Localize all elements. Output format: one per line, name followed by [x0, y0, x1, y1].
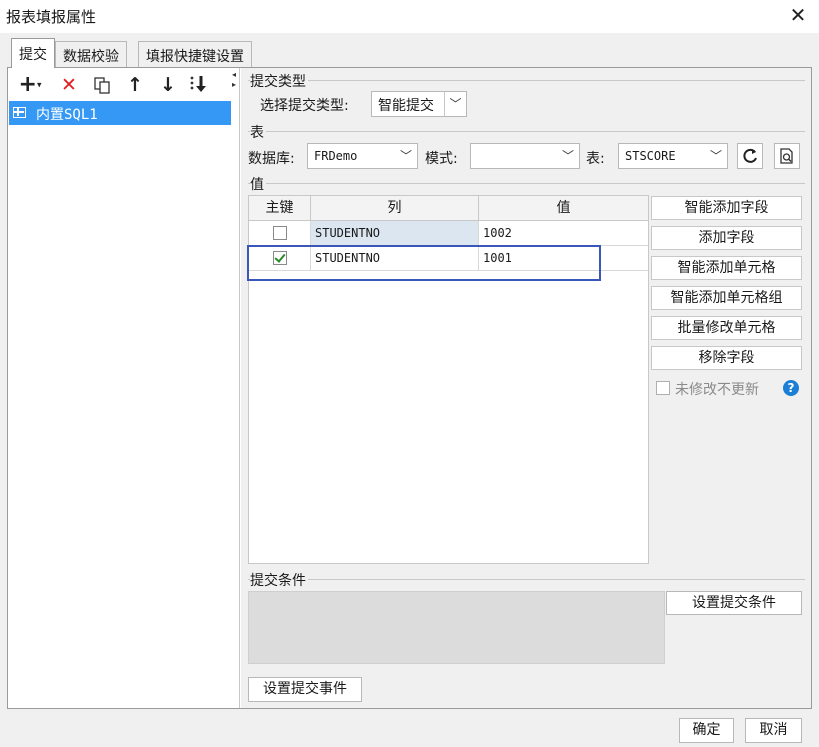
chevron-down-icon: ﹀ [709, 149, 722, 163]
tab-data-validation[interactable]: 数据校验 [55, 41, 127, 68]
cancel-button[interactable]: 取消 [745, 718, 802, 743]
no-update-label: 未修改不更新 [675, 382, 759, 398]
tab-submit[interactable]: 提交 [11, 38, 55, 68]
close-icon[interactable]: ✕ [787, 3, 809, 27]
help-icon[interactable]: ? [783, 380, 799, 396]
submit-type-value: 智能提交 [378, 98, 434, 114]
group-divider [248, 131, 805, 132]
group-title-condition: 提交条件 [250, 570, 308, 590]
left-pane [8, 68, 240, 708]
smart-add-field-button[interactable]: 智能添加字段 [651, 196, 802, 220]
set-condition-button[interactable]: 设置提交条件 [666, 591, 802, 615]
condition-display [248, 591, 665, 664]
move-bottom-icon[interactable] [187, 73, 211, 97]
chevron-down-icon: ﹀ [561, 149, 574, 163]
tree-item-sql1[interactable]: 内置SQL1 [9, 101, 231, 125]
ok-button[interactable]: 确定 [679, 718, 734, 743]
table-value: STSCORE [625, 149, 676, 163]
column-cell[interactable]: STUDENTNO [311, 221, 479, 246]
chevron-down-icon: ﹀ [444, 92, 466, 116]
column-header-key[interactable]: 主键 [249, 196, 311, 221]
delete-icon[interactable]: ✕ [57, 73, 81, 97]
group-divider [248, 579, 805, 580]
mode-select[interactable]: ﹀ [470, 143, 580, 169]
group-title-value: 值 [250, 174, 266, 194]
down-arrow-icon[interactable]: ↓ [156, 73, 180, 97]
tab-shortcut-settings[interactable]: 填报快捷键设置 [138, 41, 252, 68]
smart-add-cell-group-button[interactable]: 智能添加单元格组 [651, 286, 802, 310]
remove-field-button[interactable]: 移除字段 [651, 346, 802, 370]
database-label: 数据库: [248, 151, 295, 167]
table-row[interactable]: STUDENTNO 1002 [249, 221, 648, 246]
batch-modify-cells-button[interactable]: 批量修改单元格 [651, 316, 802, 340]
refresh-icon [743, 148, 757, 163]
table-select[interactable]: STSCORE ﹀ [618, 143, 728, 169]
database-value: FRDemo [314, 149, 358, 163]
table-label: 表: [586, 151, 605, 167]
tab-label: 提交 [19, 47, 47, 63]
group-divider [248, 183, 805, 184]
value-cell[interactable]: 1001 [479, 246, 648, 271]
preview-icon [780, 148, 793, 164]
key-cell [249, 221, 311, 246]
set-submit-event-button[interactable]: 设置提交事件 [248, 677, 362, 702]
primary-key-checkbox[interactable] [273, 226, 287, 240]
no-update-checkbox[interactable] [656, 381, 670, 395]
column-cell[interactable]: STUDENTNO [311, 246, 479, 271]
preview-table-button[interactable] [774, 143, 800, 169]
plus-icon: + [18, 72, 37, 97]
grid-header: 主键 列 值 [249, 196, 648, 221]
title-bar: 报表填报属性 ✕ [0, 0, 819, 33]
submit-type-label: 选择提交类型: [260, 98, 349, 114]
refresh-button[interactable] [737, 143, 763, 169]
value-cell[interactable]: 1002 [479, 221, 648, 246]
table-row[interactable]: STUDENTNO 1001 [249, 246, 648, 271]
tab-label: 数据校验 [63, 49, 119, 65]
mode-label: 模式: [425, 151, 458, 167]
add-button[interactable]: +▾ [15, 73, 45, 97]
window-title: 报表填报属性 [6, 8, 97, 26]
group-divider [248, 80, 805, 81]
splitter-handle[interactable]: ◂ ▸ [232, 70, 240, 110]
key-cell [249, 246, 311, 271]
copy-icon[interactable] [90, 73, 114, 97]
up-arrow-icon[interactable]: ↑ [123, 73, 147, 97]
smart-add-cell-button[interactable]: 智能添加单元格 [651, 256, 802, 280]
group-title-submit-type: 提交类型 [250, 71, 308, 91]
chevron-down-icon: ﹀ [399, 149, 412, 163]
primary-key-checkbox[interactable] [273, 251, 287, 265]
add-field-button[interactable]: 添加字段 [651, 226, 802, 250]
column-header-column[interactable]: 列 [311, 196, 479, 221]
database-select[interactable]: FRDemo ﹀ [307, 143, 418, 169]
tree-item-label: 内置SQL1 [36, 107, 98, 123]
group-title-table: 表 [250, 122, 266, 142]
table-icon [13, 107, 26, 118]
submit-type-select[interactable]: 智能提交 ﹀ [371, 91, 467, 117]
chevron-down-icon: ▾ [36, 80, 42, 91]
column-header-value[interactable]: 值 [479, 196, 648, 221]
tab-label: 填报快捷键设置 [146, 49, 244, 65]
value-grid: 主键 列 值 STUDENTNO 1002 STUDENTNO 1001 [248, 195, 649, 564]
